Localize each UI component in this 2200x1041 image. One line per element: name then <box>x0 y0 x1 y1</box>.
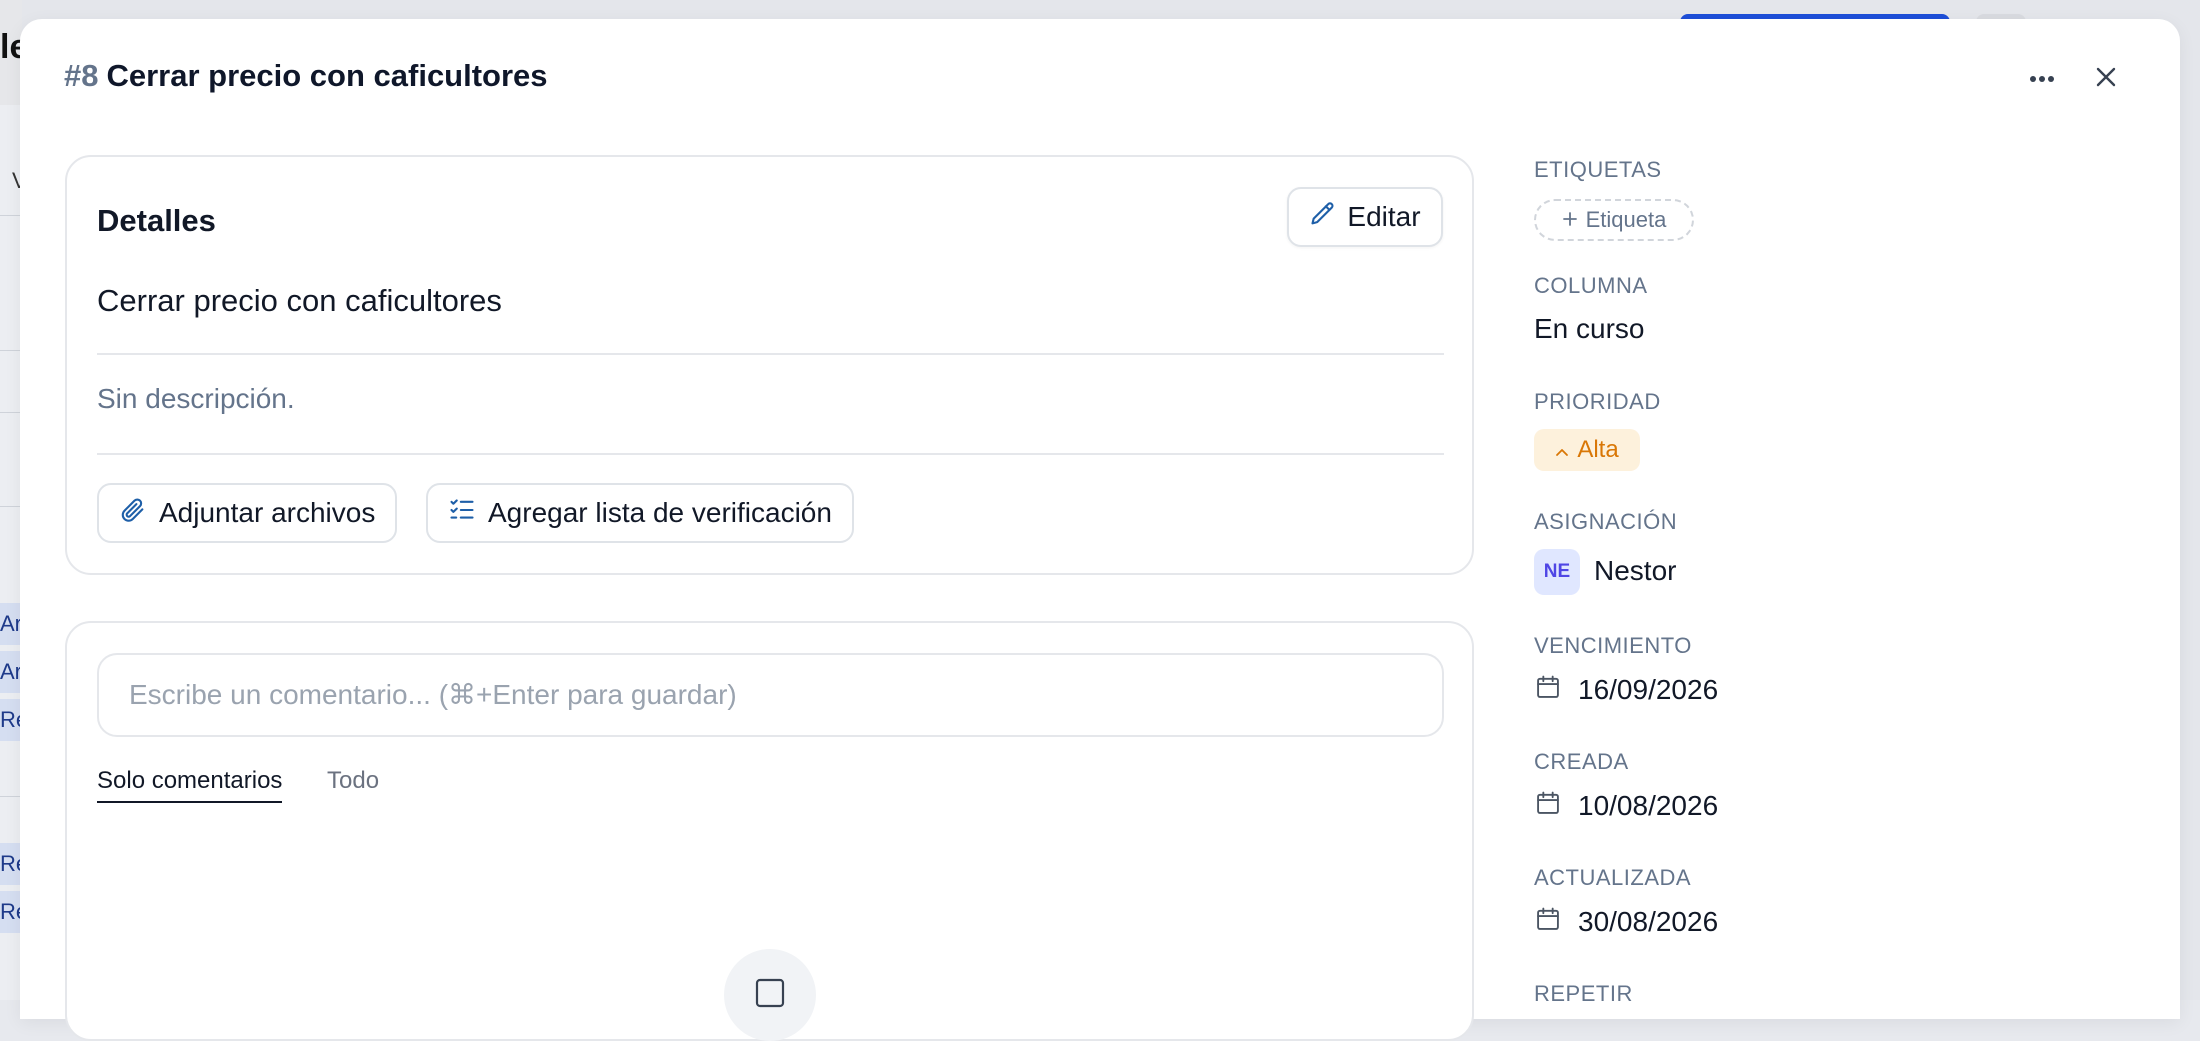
comments-card: Solo comentarios Todo <box>65 621 1474 1041</box>
calendar-icon <box>1534 789 1562 822</box>
due-date-value: 16/09/2026 <box>1578 673 1719 705</box>
avatar: NE <box>1534 549 1580 595</box>
plus-icon <box>1562 207 1578 233</box>
chevron-up-icon <box>1555 436 1569 464</box>
comment-empty-icon <box>754 977 786 1014</box>
calendar-icon <box>1534 673 1562 706</box>
task-modal: #8 Cerrar precio con caficultores Detall… <box>20 19 2180 1041</box>
priority-value: Alta <box>1577 436 1619 463</box>
background-card-chip[interactable]: Re <box>0 891 22 933</box>
due-date-label: VENCIMIENTO <box>1534 633 1692 658</box>
task-name: Cerrar precio con caficultores <box>97 283 502 318</box>
background-card-chip[interactable]: Re <box>0 699 22 741</box>
background-divider <box>0 412 22 413</box>
background-divider <box>0 215 22 216</box>
assignee-name[interactable]: Nestor <box>1594 555 1676 587</box>
divider <box>97 453 1444 455</box>
divider <box>97 353 1444 355</box>
empty-state-illustration <box>724 949 816 1041</box>
details-heading: Detalles <box>97 203 216 238</box>
created-label: CREADA <box>1534 749 1629 774</box>
background-card-chip[interactable]: Re <box>0 843 22 885</box>
tags-label: ETIQUETAS <box>1534 157 1662 182</box>
edit-button-label: Editar <box>1347 201 1421 232</box>
updated-date-value: 30/08/2026 <box>1578 905 1719 937</box>
background-card-chip[interactable]: Ar <box>0 603 22 645</box>
due-date-row[interactable]: 16/09/2026 <box>1534 673 1718 706</box>
checklist-icon <box>448 496 476 531</box>
add-checklist-label: Agregar lista de verificación <box>488 497 832 528</box>
assignment-label: ASIGNACIÓN <box>1534 509 1678 534</box>
close-icon <box>2095 66 2117 93</box>
background-card-chip[interactable]: Ar <box>0 651 22 693</box>
modal-title: Cerrar precio con caficultores <box>106 58 548 93</box>
column-label: COLUMNA <box>1534 273 1648 298</box>
add-tag-label: Etiqueta <box>1585 207 1667 232</box>
background-divider <box>0 506 22 507</box>
tab-comments-only[interactable]: Solo comentarios <box>97 767 283 803</box>
task-number: #8 <box>64 58 99 93</box>
tab-all[interactable]: Todo <box>327 767 379 801</box>
attach-files-label: Adjuntar archivos <box>159 497 376 528</box>
updated-label: ACTUALIZADA <box>1534 865 1692 890</box>
background-divider <box>0 796 22 797</box>
updated-date-row: 30/08/2026 <box>1534 905 1718 938</box>
attach-files-button[interactable]: Adjuntar archivos <box>97 483 398 543</box>
task-description: Sin descripción. <box>97 383 295 414</box>
modal-header: #8 Cerrar precio con caficultores <box>64 51 548 101</box>
background-page-title: le <box>0 28 22 66</box>
comment-input[interactable] <box>97 653 1444 737</box>
pencil-icon <box>1309 200 1337 235</box>
paperclip-icon <box>119 496 147 531</box>
calendar-icon <box>1534 905 1562 938</box>
more-options-button[interactable] <box>2020 57 2064 101</box>
priority-badge[interactable]: Alta <box>1534 429 1640 471</box>
add-tag-button[interactable]: Etiqueta <box>1534 199 1694 241</box>
close-button[interactable] <box>2084 57 2128 101</box>
priority-label: PRIORIDAD <box>1534 389 1661 414</box>
repeat-label: REPETIR <box>1534 981 1633 1006</box>
more-horizontal-icon <box>2029 70 2055 88</box>
edit-button[interactable]: Editar <box>1287 187 1443 247</box>
add-checklist-button[interactable]: Agregar lista de verificación <box>426 483 854 543</box>
created-date-value: 10/08/2026 <box>1578 789 1719 821</box>
column-value[interactable]: En curso <box>1534 313 1645 345</box>
background-divider <box>0 350 22 351</box>
details-card: Detalles Editar Cerrar precio con caficu… <box>65 155 1474 575</box>
created-date-row: 10/08/2026 <box>1534 789 1718 822</box>
